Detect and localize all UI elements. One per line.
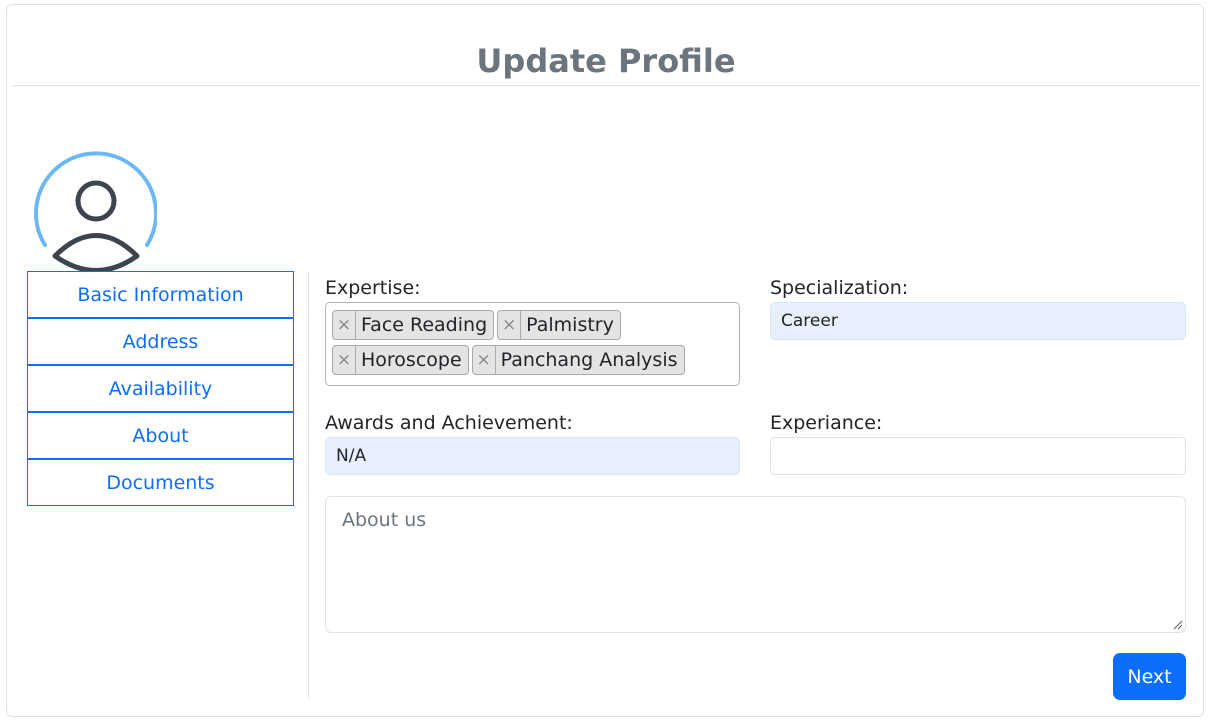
next-button[interactable]: Next: [1113, 653, 1186, 700]
nav-item-label: About: [132, 424, 189, 447]
expertise-tag: × Panchang Analysis: [471, 345, 685, 375]
about-textarea[interactable]: About us: [325, 496, 1186, 633]
nav-item-label: Availability: [108, 377, 213, 400]
nav-item-basic-information[interactable]: Basic Information: [27, 271, 294, 318]
remove-tag-icon[interactable]: ×: [333, 311, 356, 339]
vertical-divider: [308, 271, 309, 699]
profile-section-nav: Basic Information Address Availability A…: [27, 271, 294, 506]
nav-item-label: Address: [122, 330, 199, 353]
expertise-tag: × Palmistry: [497, 310, 621, 340]
remove-tag-icon[interactable]: ×: [498, 311, 522, 339]
page-title: Update Profile: [476, 42, 736, 80]
nav-item-address[interactable]: Address: [27, 318, 294, 365]
experience-input[interactable]: [770, 437, 1186, 475]
nav-item-availability[interactable]: Availability: [27, 365, 294, 412]
nav-item-label: Basic Information: [77, 283, 244, 306]
nav-item-about[interactable]: About: [27, 412, 294, 459]
tag-label: Palmistry: [526, 314, 614, 336]
tag-label: Panchang Analysis: [500, 349, 678, 371]
user-avatar-icon[interactable]: [27, 145, 158, 275]
specialization-label: Specialization:: [770, 277, 909, 299]
about-placeholder: About us: [342, 509, 427, 531]
profile-card: Update Profile Basic Information Address…: [6, 4, 1204, 717]
expertise-multiselect[interactable]: × Face Reading × Palmistry × Horoscope × Panch…: [325, 302, 740, 386]
remove-tag-icon[interactable]: ×: [333, 346, 356, 374]
nav-item-label: Documents: [106, 471, 215, 494]
specialization-input[interactable]: Career: [770, 302, 1186, 340]
tag-label: Horoscope: [361, 349, 462, 371]
awards-input[interactable]: N/A: [325, 437, 740, 475]
nav-item-documents[interactable]: Documents: [27, 459, 294, 506]
expertise-label: Expertise:: [325, 277, 421, 299]
expertise-tag: × Horoscope: [332, 345, 469, 375]
resize-grip-icon[interactable]: [1173, 620, 1183, 630]
awards-label: Awards and Achievement:: [325, 412, 573, 434]
title-divider: [13, 85, 1200, 86]
expertise-tag: × Face Reading: [332, 310, 495, 340]
remove-tag-icon[interactable]: ×: [473, 346, 496, 374]
experience-label: Experiance:: [770, 412, 883, 434]
tag-label: Face Reading: [361, 314, 488, 336]
